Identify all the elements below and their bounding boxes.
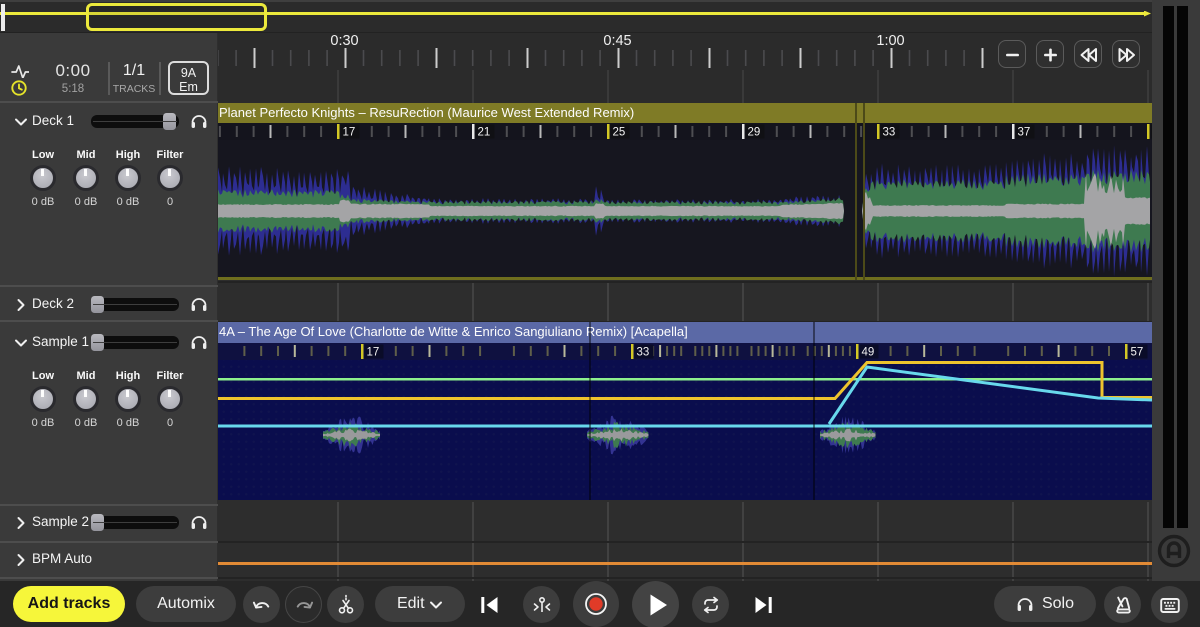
svg-text:29: 29 [748,127,761,139]
svg-text:57: 57 [1131,347,1144,359]
svg-text:33: 33 [637,347,650,359]
svg-text:17: 17 [343,127,356,139]
svg-text:17: 17 [367,347,380,359]
svg-text:25: 25 [613,127,626,139]
svg-text:33: 33 [883,127,896,139]
svg-text:21: 21 [478,127,491,139]
svg-text:49: 49 [862,347,875,359]
svg-text:37: 37 [1018,127,1031,139]
